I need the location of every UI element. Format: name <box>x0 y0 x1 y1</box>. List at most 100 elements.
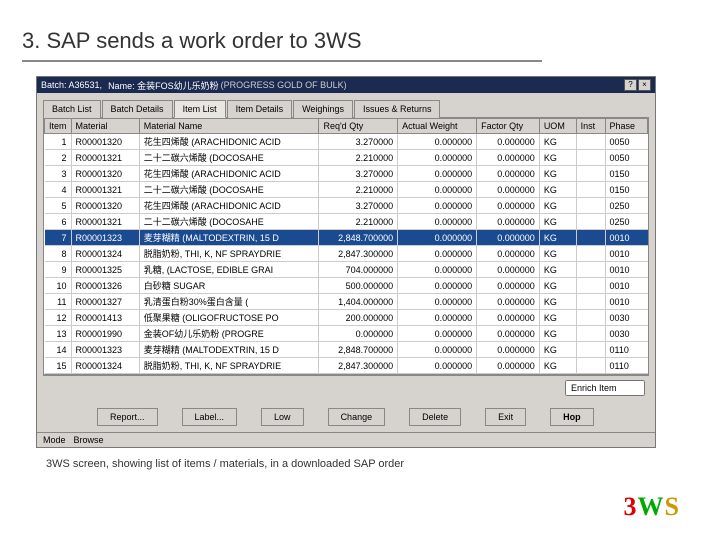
table-cell: R00001321 <box>71 182 139 198</box>
table-row[interactable]: 8R00001324脱脂奶粉, THI, K, NF SPRAYDRIE2,84… <box>45 246 648 262</box>
table-cell: 0.000000 <box>398 294 477 310</box>
table-cell: KG <box>539 278 576 294</box>
table-cell: 脱脂奶粉, THI, K, NF SPRAYDRIE <box>139 246 319 262</box>
table-cell: 0030 <box>605 310 647 326</box>
help-icon[interactable]: ? <box>624 79 637 91</box>
table-row[interactable]: 12R00001413低聚果糖 (OLIGOFRUCTOSE PO200.000… <box>45 310 648 326</box>
low-button[interactable]: Low <box>261 408 304 426</box>
table-cell: 0010 <box>605 294 647 310</box>
table-cell: 二十二碳六烯酸 (DOCOSAHE <box>139 150 319 166</box>
table-cell: KG <box>539 358 576 374</box>
delete-button[interactable]: Delete <box>409 408 461 426</box>
table-cell: 乳糖, (LACTOSE, EDIBLE GRAI <box>139 262 319 278</box>
table-cell: 花生四烯酸 (ARACHIDONIC ACID <box>139 134 319 150</box>
table-row[interactable]: 6R00001321二十二碳六烯酸 (DOCOSAHE2.2100000.000… <box>45 214 648 230</box>
column-header[interactable]: Actual Weight <box>398 119 477 134</box>
table-row[interactable]: 10R00001326白砂糖 SUGAR500.0000000.0000000.… <box>45 278 648 294</box>
report-button[interactable]: Report... <box>97 408 158 426</box>
table-cell: 麦芽糊精 (MALTODEXTRIN, 15 D <box>139 342 319 358</box>
table-cell: R00001413 <box>71 310 139 326</box>
table-row[interactable]: 2R00001321二十二碳六烯酸 (DOCOSAHE2.2100000.000… <box>45 150 648 166</box>
table-cell: 0.000000 <box>477 198 540 214</box>
table-cell: KG <box>539 246 576 262</box>
table-cell: 0.000000 <box>398 358 477 374</box>
table-cell: 0.000000 <box>398 230 477 246</box>
table-cell: 金装OF幼儿乐奶粉 (PROGRE <box>139 326 319 342</box>
column-header[interactable]: UOM <box>539 119 576 134</box>
table-row[interactable]: 11R00001327乳清蛋白粉30%蛋白含量 (1,404.0000000.0… <box>45 294 648 310</box>
column-header[interactable]: Material Name <box>139 119 319 134</box>
button-row: Report... Label... Low Change Delete Exi… <box>37 400 655 432</box>
table-cell: 5 <box>45 198 72 214</box>
table-cell <box>576 230 605 246</box>
table-cell: R00001320 <box>71 166 139 182</box>
table-cell: 2.210000 <box>319 150 398 166</box>
table-cell: 3.270000 <box>319 166 398 182</box>
change-button[interactable]: Change <box>328 408 386 426</box>
table-cell: 0110 <box>605 358 647 374</box>
column-header[interactable]: Item <box>45 119 72 134</box>
table-cell: 0.000000 <box>477 150 540 166</box>
close-icon[interactable]: × <box>638 79 651 91</box>
table-row[interactable]: 9R00001325乳糖, (LACTOSE, EDIBLE GRAI704.0… <box>45 262 648 278</box>
table-row[interactable]: 5R00001320花生四烯酸 (ARACHIDONIC ACID3.27000… <box>45 198 648 214</box>
tab-batch-details[interactable]: Batch Details <box>102 100 173 118</box>
table-row[interactable]: 4R00001321二十二碳六烯酸 (DOCOSAHE2.2100000.000… <box>45 182 648 198</box>
table-cell: 0110 <box>605 342 647 358</box>
table-cell: R00001321 <box>71 150 139 166</box>
exit-button[interactable]: Exit <box>485 408 526 426</box>
table-cell: 花生四烯酸 (ARACHIDONIC ACID <box>139 166 319 182</box>
tabs: Batch ListBatch DetailsItem ListItem Det… <box>37 93 655 117</box>
table-row[interactable]: 14R00001323麦芽糊精 (MALTODEXTRIN, 15 D2,848… <box>45 342 648 358</box>
table-cell: 0.000000 <box>398 134 477 150</box>
title-underline <box>22 60 542 62</box>
table-row[interactable]: 7R00001323麦芽糊精 (MALTODEXTRIN, 15 D2,848.… <box>45 230 648 246</box>
table-cell: 15 <box>45 358 72 374</box>
table-cell: 0.000000 <box>398 278 477 294</box>
table-cell: R00001323 <box>71 342 139 358</box>
table-cell: 二十二碳六烯酸 (DOCOSAHE <box>139 182 319 198</box>
table-cell: 12 <box>45 310 72 326</box>
table-row[interactable]: 15R00001324脱脂奶粉, THI, K, NF SPRAYDRIE2,8… <box>45 358 648 374</box>
label-button[interactable]: Label... <box>182 408 238 426</box>
column-header[interactable]: Factor Qty <box>477 119 540 134</box>
column-header[interactable]: Phase <box>605 119 647 134</box>
table-cell: 0.000000 <box>477 262 540 278</box>
table-cell: 4 <box>45 182 72 198</box>
table-row[interactable]: 13R00001990金装OF幼儿乐奶粉 (PROGRE0.0000000.00… <box>45 326 648 342</box>
table-cell: KG <box>539 342 576 358</box>
column-header[interactable]: Inst <box>576 119 605 134</box>
table-cell: 10 <box>45 278 72 294</box>
table-cell: 1 <box>45 134 72 150</box>
table-row[interactable]: 1R00001320花生四烯酸 (ARACHIDONIC ACID3.27000… <box>45 134 648 150</box>
tab-batch-list[interactable]: Batch List <box>43 100 101 118</box>
logo-3ws: 3WS <box>624 492 680 522</box>
table-cell: 2,848.700000 <box>319 342 398 358</box>
table-cell <box>576 134 605 150</box>
titlebar: Batch: A36531, Name: 金装FOS幼儿乐奶粉 (PROGRES… <box>37 77 655 93</box>
table-cell: 0250 <box>605 198 647 214</box>
tab-item-details[interactable]: Item Details <box>227 100 293 118</box>
hop-button[interactable]: Hop <box>550 408 594 426</box>
table-cell: KG <box>539 134 576 150</box>
table-cell: 7 <box>45 230 72 246</box>
table-cell: 0.000000 <box>398 342 477 358</box>
column-header[interactable]: Req'd Qty <box>319 119 398 134</box>
tab-weighings[interactable]: Weighings <box>293 100 353 118</box>
table-cell: 0.000000 <box>319 326 398 342</box>
table-cell: 低聚果糖 (OLIGOFRUCTOSE PO <box>139 310 319 326</box>
table-cell: 0.000000 <box>398 182 477 198</box>
table-cell <box>576 358 605 374</box>
table-cell: 2.210000 <box>319 214 398 230</box>
table-cell <box>576 326 605 342</box>
table-cell: 2,847.300000 <box>319 246 398 262</box>
table-cell: 0.000000 <box>477 182 540 198</box>
tab-item-list[interactable]: Item List <box>174 100 226 118</box>
table-cell: 乳清蛋白粉30%蛋白含量 ( <box>139 294 319 310</box>
tab-issues-returns[interactable]: Issues & Returns <box>354 100 441 118</box>
enrich-item-input[interactable] <box>565 380 645 396</box>
column-header[interactable]: Material <box>71 119 139 134</box>
table-cell: 704.000000 <box>319 262 398 278</box>
table-cell: KG <box>539 198 576 214</box>
table-row[interactable]: 3R00001320花生四烯酸 (ARACHIDONIC ACID3.27000… <box>45 166 648 182</box>
